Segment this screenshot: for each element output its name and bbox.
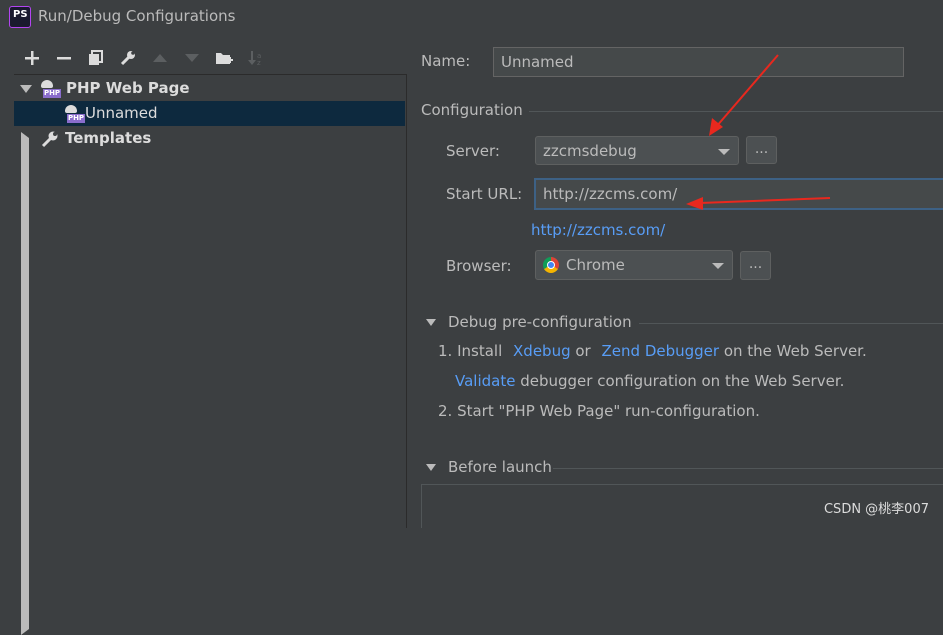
annotation-arrow-server bbox=[715, 54, 779, 128]
watermark: CSDN @桃李007 bbox=[823, 502, 929, 517]
annotation-arrow-url bbox=[699, 197, 831, 204]
annotation-arrowhead bbox=[686, 197, 703, 210]
annotation-arrows bbox=[686, 54, 831, 210]
